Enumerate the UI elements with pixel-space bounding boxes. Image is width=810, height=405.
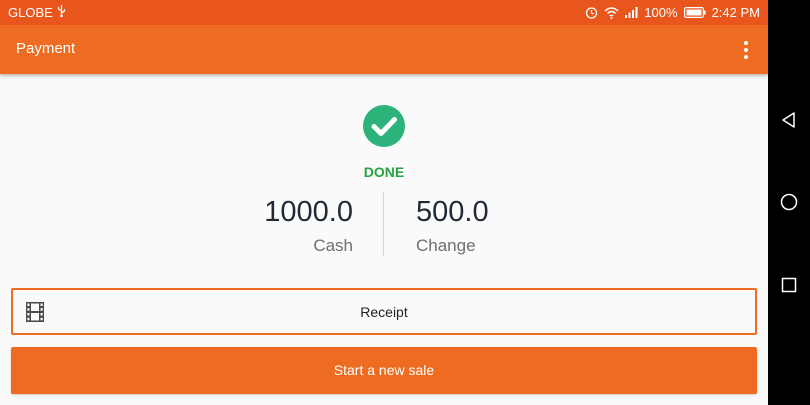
payment-content: DONE 1000.0 Cash 500.0 Change Receipt St… [0, 74, 768, 405]
menu-dot [744, 55, 748, 59]
back-icon[interactable] [779, 110, 799, 130]
menu-dot [744, 48, 748, 52]
amount-divider [383, 192, 384, 256]
start-new-sale-button[interactable]: Start a new sale [11, 347, 757, 394]
signal-icon [625, 7, 638, 18]
more-vert-icon[interactable] [736, 37, 756, 63]
cash-amount: 1000.0 [264, 196, 353, 228]
status-left: GLOBE [8, 5, 66, 20]
check-circle-icon [363, 105, 405, 147]
page-title: Payment [16, 40, 76, 57]
home-icon[interactable] [779, 192, 799, 212]
menu-dot [744, 41, 748, 45]
change-label: Change [416, 236, 476, 255]
alarm-icon [585, 6, 598, 19]
start-new-sale-label: Start a new sale [333, 362, 435, 378]
status-bar: GLOBE 100% 2:42 PM [0, 0, 768, 25]
usb-icon [57, 5, 66, 20]
carrier-label: GLOBE [8, 5, 53, 20]
screen: GLOBE 100% 2:42 PM Payment DONE 1000.0 C… [0, 0, 810, 405]
status-time: 2:42 PM [711, 5, 760, 20]
recents-icon[interactable] [779, 275, 799, 295]
receipt-button[interactable]: Receipt [11, 288, 757, 335]
navigation-bar [768, 0, 810, 405]
payment-status: DONE [363, 164, 405, 180]
battery-percent: 100% [644, 5, 678, 20]
receipt-label: Receipt [360, 304, 408, 320]
app-bar: Payment [0, 25, 768, 74]
wifi-icon [604, 6, 619, 19]
change-amount: 500.0 [416, 196, 489, 228]
battery-icon [683, 7, 706, 18]
status-right: 100% 2:42 PM [585, 5, 760, 20]
cash-label: Cash [313, 236, 353, 255]
